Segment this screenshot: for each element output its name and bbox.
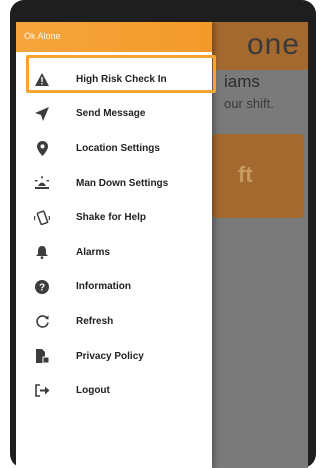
- logout-icon: [32, 381, 52, 401]
- bell-icon: [32, 242, 52, 262]
- page-subtitle: our shift.: [224, 96, 274, 111]
- menu-item-logout[interactable]: Logout: [16, 373, 212, 408]
- menu-item-man-down-settings[interactable]: Man Down Settings: [16, 166, 212, 201]
- menu-item-label: Location Settings: [76, 142, 160, 154]
- device: one iams our shift. ft Ok Alone High Ris…: [0, 0, 326, 468]
- drawer-menu: High Risk Check In Send Message Location…: [16, 62, 212, 408]
- menu-item-label: Logout: [76, 385, 110, 397]
- menu-item-label: Man Down Settings: [76, 177, 169, 189]
- menu-item-privacy-policy[interactable]: Privacy Policy: [16, 339, 212, 374]
- menu-item-information[interactable]: ? Information: [16, 270, 212, 305]
- menu-item-location-settings[interactable]: Location Settings: [16, 131, 212, 166]
- menu-item-label: Send Message: [76, 108, 146, 120]
- screen: one iams our shift. ft Ok Alone High Ris…: [16, 22, 308, 468]
- man-down-icon: [32, 173, 52, 193]
- menu-item-send-message[interactable]: Send Message: [16, 97, 212, 132]
- start-shift-label: ft: [238, 162, 253, 187]
- menu-item-refresh[interactable]: Refresh: [16, 304, 212, 339]
- menu-item-label: Refresh: [76, 315, 114, 327]
- drawer-header-title: Ok Alone: [24, 31, 61, 41]
- menu-item-label: Information: [76, 281, 131, 293]
- menu-item-label: Privacy Policy: [76, 350, 144, 362]
- privacy-file-icon: [32, 346, 52, 366]
- menu-item-label: Alarms: [76, 246, 110, 258]
- menu-item-alarms[interactable]: Alarms: [16, 235, 212, 270]
- help-circle-icon: ?: [32, 277, 52, 297]
- navigation-drawer: Ok Alone High Risk Check In Send Message: [16, 22, 212, 468]
- svg-text:?: ?: [39, 282, 45, 293]
- page-heading: iams: [224, 72, 260, 91]
- menu-item-label: Shake for Help: [76, 212, 147, 224]
- app-title: one: [246, 28, 300, 61]
- warning-icon: [32, 69, 52, 89]
- menu-item-shake-for-help[interactable]: Shake for Help: [16, 200, 212, 235]
- start-shift-button[interactable]: ft: [212, 134, 304, 218]
- location-pin-icon: [32, 138, 52, 158]
- menu-item-high-risk-check-in[interactable]: High Risk Check In: [16, 62, 212, 97]
- menu-item-label: High Risk Check In: [76, 73, 167, 85]
- refresh-icon: [32, 311, 52, 331]
- drawer-header: Ok Alone: [16, 22, 212, 52]
- shake-phone-icon: [32, 208, 52, 228]
- send-icon: [32, 104, 52, 124]
